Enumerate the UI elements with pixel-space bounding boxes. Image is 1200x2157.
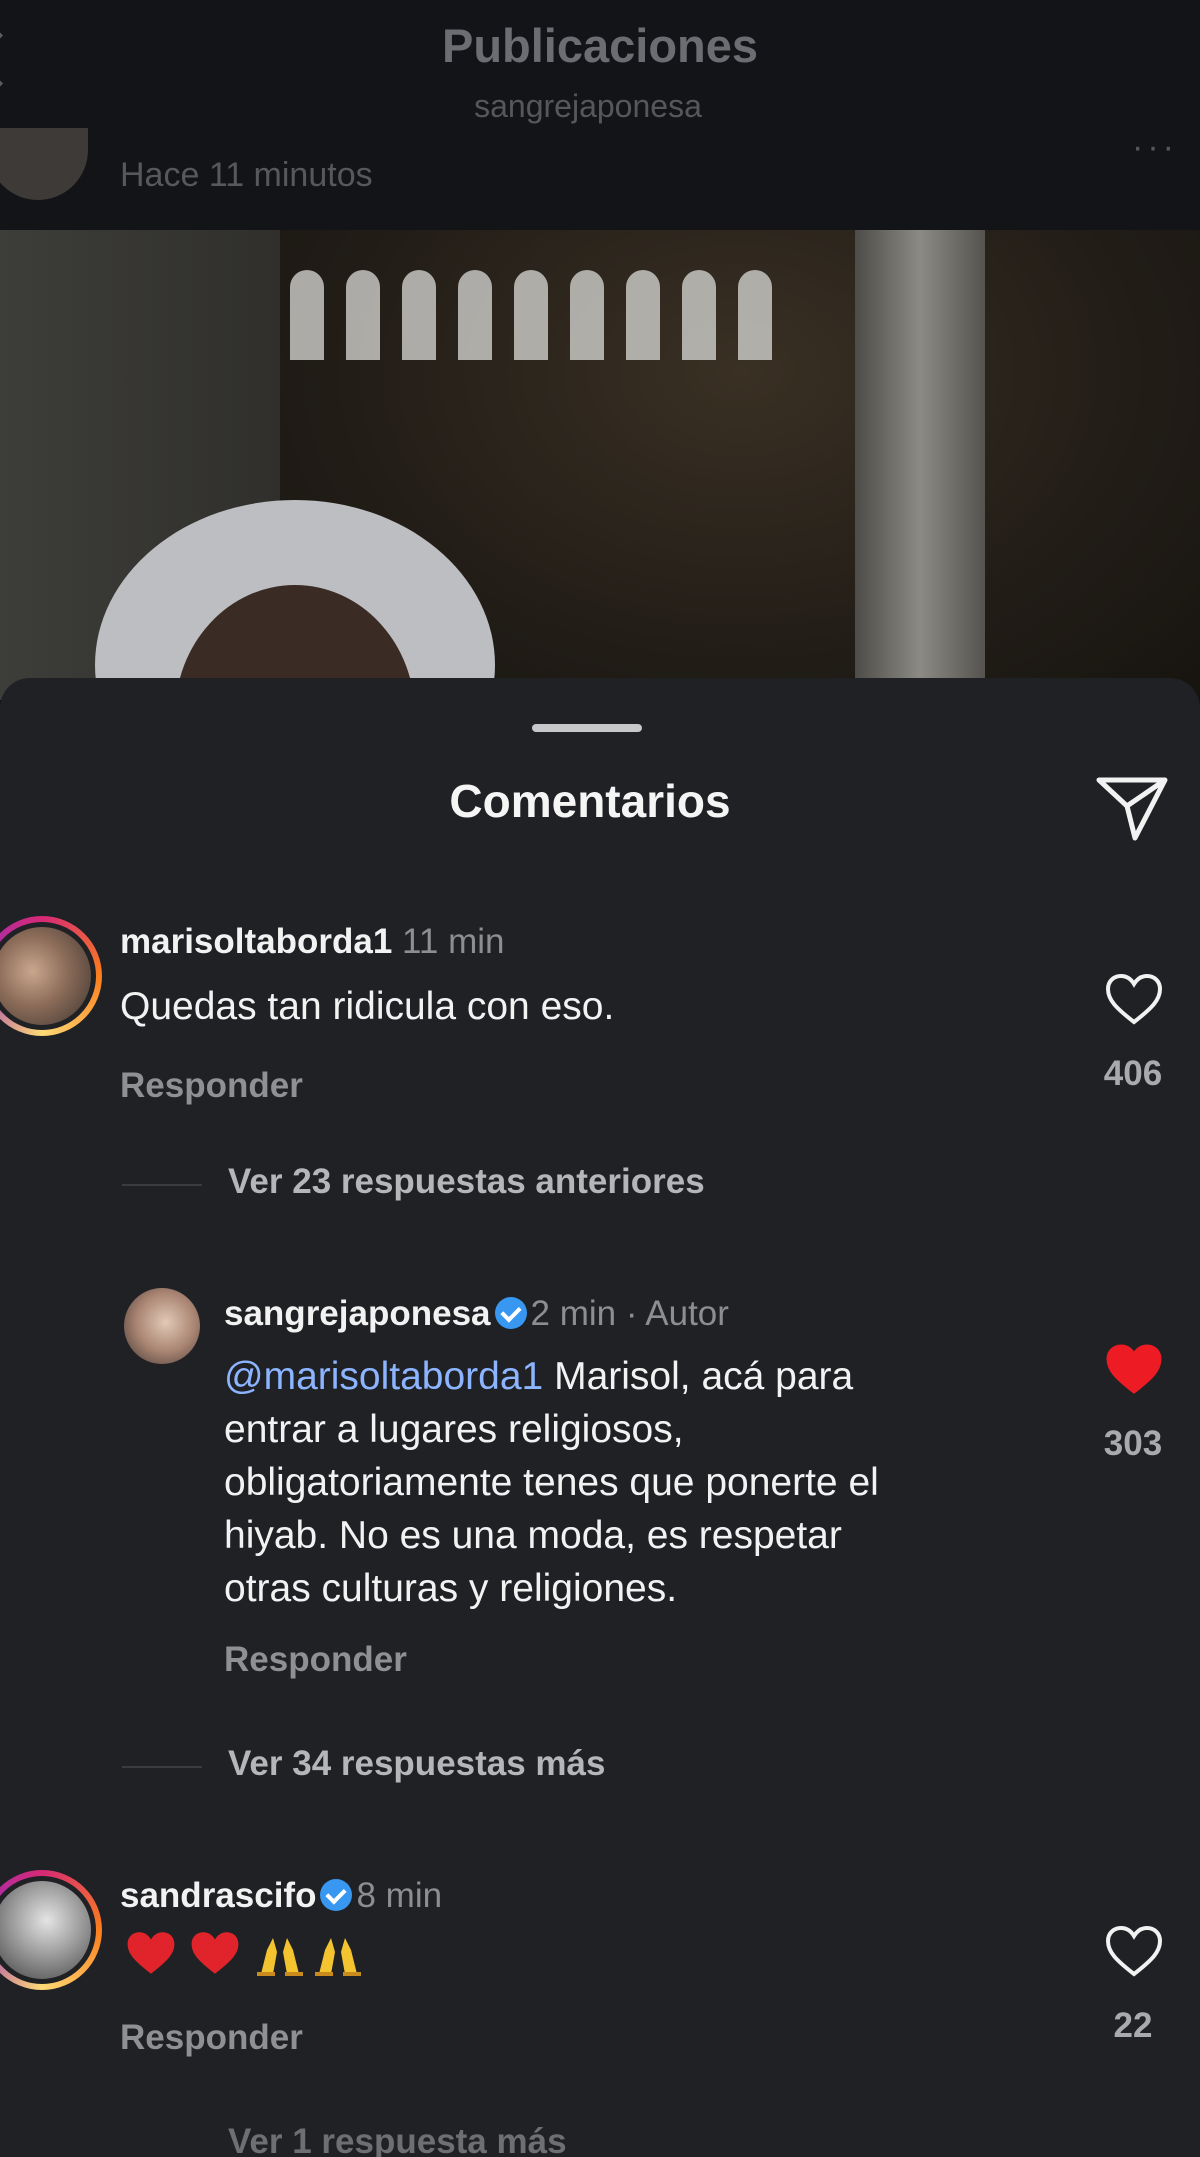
post-author-avatar[interactable]: [0, 128, 88, 200]
praying-hands-icon: [315, 1938, 362, 1976]
reply-button[interactable]: Responder: [120, 1066, 303, 1106]
view-replies-button[interactable]: Ver 23 respuestas anteriores: [228, 1162, 705, 1202]
photo-windows: [290, 270, 772, 360]
red-heart-icon: [127, 1932, 175, 1974]
comment-text-segment: Marisol, acá para: [543, 1355, 854, 1398]
commenter-avatar[interactable]: [0, 916, 102, 1036]
comment-text-line: obligatoriamente tenes que ponerte el: [224, 1461, 879, 1504]
comment-header: sandrascifo 8 min: [120, 1876, 442, 1916]
comment-time: 11 min: [402, 922, 505, 961]
comment-header: sangrejaponesa 2 min · Autor: [224, 1294, 729, 1334]
praying-hands-icon: [256, 1938, 303, 1976]
comment-time: 8 min: [356, 1876, 443, 1915]
sheet-drag-handle[interactable]: [532, 724, 642, 732]
mention-link[interactable]: @marisoltaborda1: [224, 1355, 543, 1398]
photo-window: [290, 270, 324, 360]
photo-column: [855, 230, 985, 700]
view-replies-button[interactable]: Ver 34 respuestas más: [228, 1744, 605, 1784]
replies-divider: [122, 1766, 202, 1768]
like-count: 22: [1113, 2006, 1153, 2045]
photo-window: [738, 270, 772, 360]
comment-text-line: @marisoltaborda1 Marisol, acá para: [224, 1350, 1074, 1403]
comment-text-line: otras culturas y religiones.: [224, 1567, 678, 1610]
photo-window: [682, 270, 716, 360]
reply-button[interactable]: Responder: [120, 2018, 303, 2058]
verified-badge-icon: [320, 1879, 353, 1911]
replies-divider: [122, 1184, 202, 1186]
post-time: Hace 11 minutos: [120, 156, 373, 194]
post-image: [0, 230, 1200, 700]
comment-username[interactable]: sandrascifo: [120, 1876, 316, 1915]
commenter-avatar[interactable]: [0, 1870, 102, 1990]
comment-text-line: entrar a lugares religiosos,: [224, 1408, 684, 1451]
send-icon[interactable]: [1095, 772, 1169, 842]
more-options-icon[interactable]: ···: [1132, 128, 1178, 167]
photo-window: [402, 270, 436, 360]
liked-heart-icon[interactable]: [1104, 1342, 1164, 1396]
header-subtitle: sangrejaponesa: [474, 88, 702, 124]
reply-button[interactable]: Responder: [224, 1640, 407, 1680]
like-count: 406: [1103, 1054, 1163, 1093]
header-title: Publicaciones: [441, 19, 759, 72]
like-count: 303: [1103, 1424, 1163, 1463]
author-tag: · Autor: [625, 1294, 729, 1333]
comment-text-line: hiyab. No es una moda, es respetar: [224, 1514, 842, 1557]
comment-time: 2 min: [530, 1294, 617, 1333]
like-heart-icon[interactable]: [1104, 1924, 1164, 1978]
comment-text: Quedas tan ridicula con eso.: [120, 985, 615, 1028]
comment-header: marisoltaborda1 11 min: [120, 922, 505, 962]
red-heart-icon: [192, 1932, 239, 1974]
photo-window: [514, 270, 548, 360]
verified-badge-icon: [494, 1297, 527, 1329]
post-header: Publicaciones sangrejaponesa Hace 11 min…: [0, 0, 1200, 230]
comment-text: @marisoltaborda1 Marisol, acá para entra…: [224, 1350, 1074, 1615]
comment-username[interactable]: sangrejaponesa: [224, 1294, 491, 1333]
comments-sheet: Comentarios marisoltaborda1 11 min Queda…: [0, 678, 1200, 2157]
photo-window: [570, 270, 604, 360]
author-avatar[interactable]: [124, 1288, 200, 1364]
photo-window: [346, 270, 380, 360]
view-replies-button[interactable]: Ver 1 respuesta más: [228, 2122, 567, 2157]
sheet-title: Comentarios: [449, 775, 731, 827]
photo-window: [458, 270, 492, 360]
like-heart-icon[interactable]: [1104, 972, 1164, 1026]
comment-emojis: [124, 1928, 365, 1978]
comment-username[interactable]: marisoltaborda1: [120, 922, 392, 961]
photo-window: [626, 270, 660, 360]
